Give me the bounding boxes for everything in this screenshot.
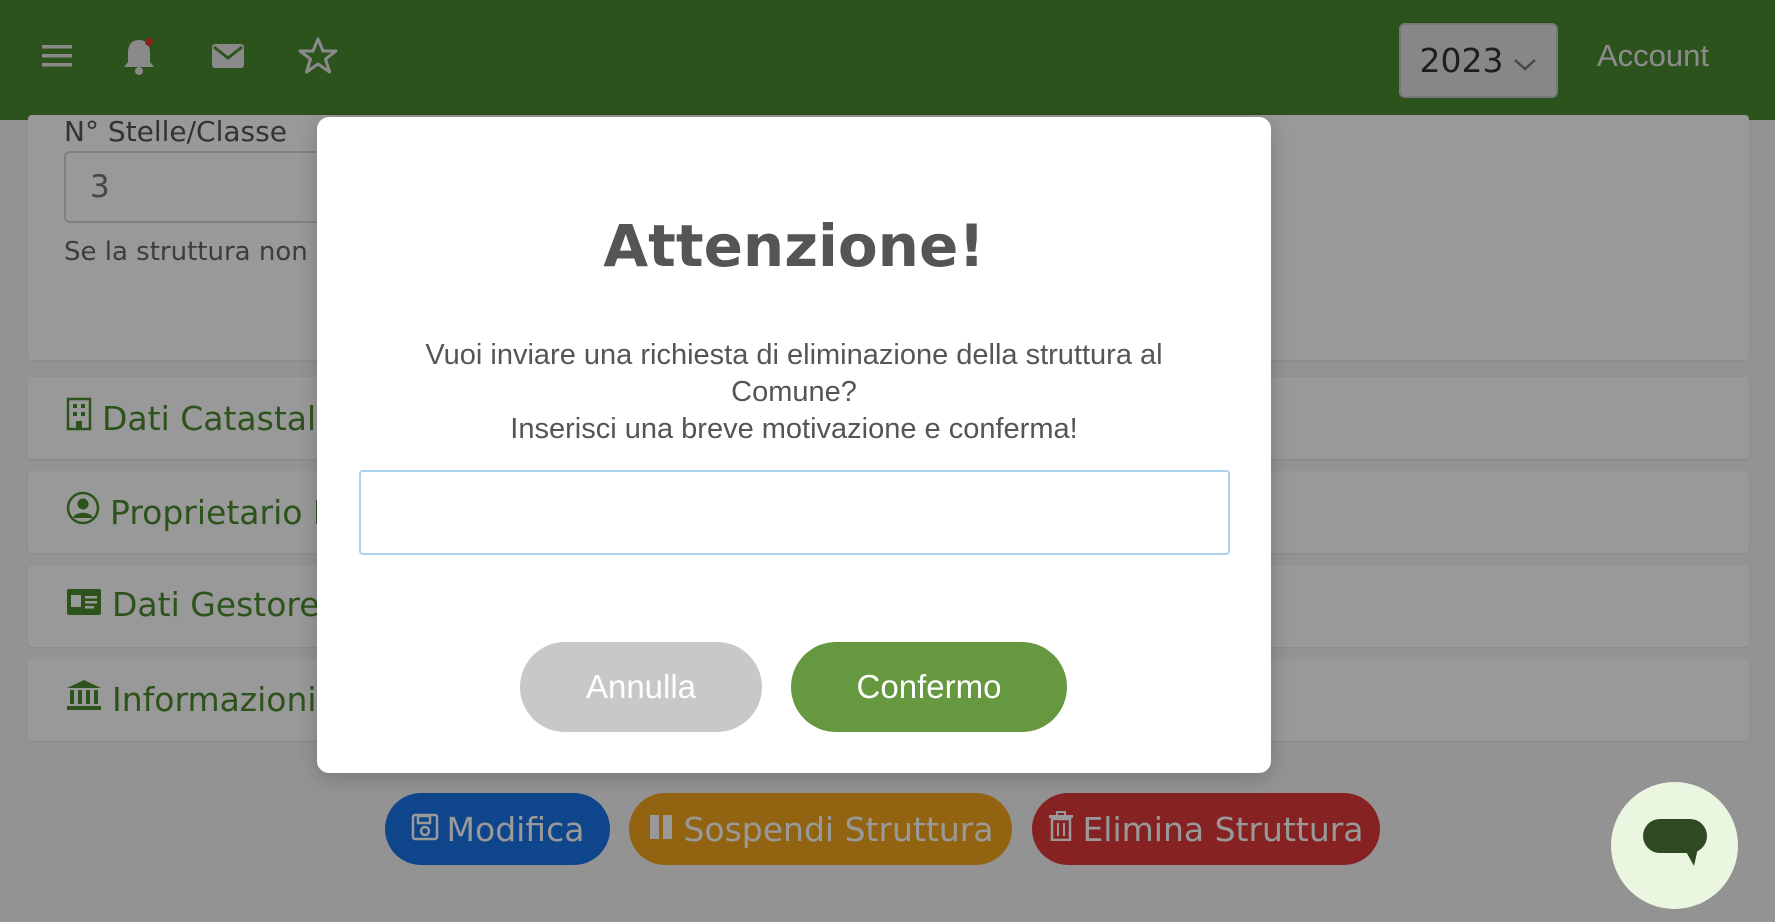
dialog-message-line1: Vuoi inviare una richiesta di eliminazio…: [425, 339, 1163, 408]
dialog-title: Attenzione!: [603, 212, 985, 280]
motivation-input[interactable]: [359, 470, 1230, 555]
dialog-message-line2: Inserisci una breve motivazione e confer…: [510, 413, 1078, 445]
chat-icon: [1642, 818, 1708, 874]
confirm-dialog: Attenzione! Vuoi inviare una richiesta d…: [317, 117, 1271, 773]
chat-widget-button[interactable]: [1611, 782, 1738, 909]
dialog-message: Vuoi inviare una richiesta di eliminazio…: [377, 337, 1211, 448]
cancel-button[interactable]: Annulla: [520, 642, 762, 732]
confirm-button[interactable]: Confermo: [791, 642, 1067, 732]
